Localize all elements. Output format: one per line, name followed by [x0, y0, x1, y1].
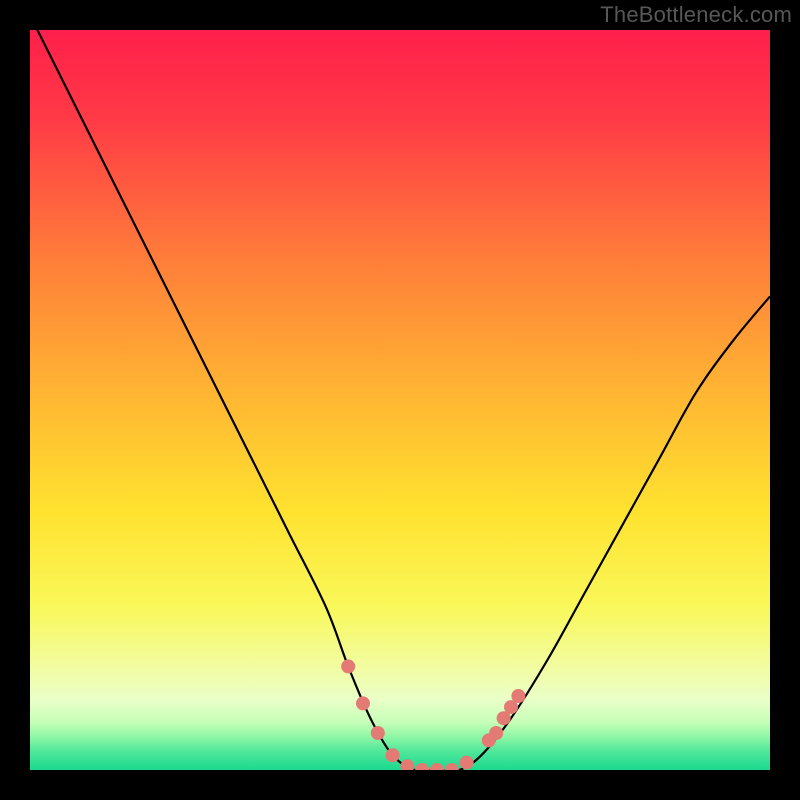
watermark-text: TheBottleneck.com [600, 2, 792, 28]
highlight-point [386, 748, 400, 762]
highlight-point [400, 759, 414, 770]
highlight-point [341, 659, 355, 673]
highlight-point [415, 763, 429, 770]
plot-area [30, 30, 770, 770]
highlight-point [371, 726, 385, 740]
highlight-point [356, 696, 370, 710]
highlight-point [430, 763, 444, 770]
highlight-point [489, 726, 503, 740]
bottleneck-curve [30, 30, 770, 770]
highlight-point [511, 689, 525, 703]
highlight-point [445, 763, 459, 770]
curve-layer [30, 30, 770, 770]
chart-frame: TheBottleneck.com [0, 0, 800, 800]
highlight-point [460, 756, 474, 770]
